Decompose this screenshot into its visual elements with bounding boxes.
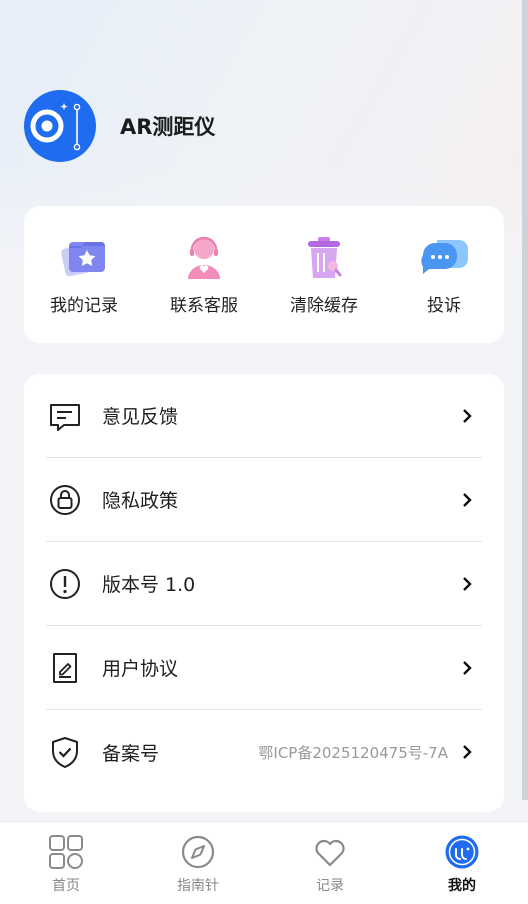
quick-action-label: 联系客服 [170, 296, 238, 316]
trash-icon [308, 237, 342, 278]
scrollbar[interactable] [522, 0, 528, 800]
menu-item-label: 隐私政策 [102, 490, 179, 512]
chevron-right-icon [463, 745, 472, 759]
quick-action-label: 清除缓存 [290, 296, 358, 316]
customer-service-icon [188, 236, 220, 279]
quick-action-contact-service[interactable]: 联系客服 [144, 206, 264, 343]
feedback-icon [50, 403, 80, 431]
quick-action-my-records[interactable]: 我的记录 [24, 206, 144, 343]
menu-item-user-agreement[interactable]: 用户协议 [46, 626, 482, 710]
quick-actions-card: 我的记录 联系客服 清除缓存 投诉 [24, 206, 504, 343]
menu-item-privacy[interactable]: 隐私政策 [46, 458, 482, 542]
menu-item-label: 版本号 1.0 [102, 574, 196, 596]
menu-item-feedback[interactable]: 意见反馈 [46, 374, 482, 458]
icp-record-number: 鄂ICP备2025120475号-7A [258, 743, 448, 762]
tab-compass[interactable]: 指南针 [132, 822, 264, 904]
chevron-right-icon [463, 492, 472, 507]
ar-measure-logo-icon [24, 90, 96, 162]
quick-action-clear-cache[interactable]: 清除缓存 [264, 206, 384, 343]
quick-action-label: 我的记录 [50, 296, 118, 316]
settings-menu-card: 意见反馈 隐私政策 版本号 1.0 用户协议 备案号 鄂ICP备20251204… [24, 374, 504, 812]
compass-icon [181, 835, 215, 869]
tab-label: 记录 [316, 878, 344, 894]
tab-records[interactable]: 记录 [264, 822, 396, 904]
chat-bubble-icon [421, 240, 468, 274]
profile-header: AR测距仪 [24, 90, 215, 162]
chevron-right-icon [463, 660, 472, 675]
grid-icon [49, 835, 83, 869]
lock-icon [50, 484, 80, 515]
bottom-tab-bar: 首页 指南针 记录 我的 [0, 821, 528, 904]
menu-item-label: 意见反馈 [102, 406, 179, 428]
shield-check-icon [52, 737, 78, 768]
menu-item-label: 备案号 [102, 742, 160, 765]
chevron-right-icon [463, 576, 472, 591]
menu-item-icp-record[interactable]: 备案号 鄂ICP备2025120475号-7A [46, 710, 482, 794]
menu-item-version[interactable]: 版本号 1.0 [46, 542, 482, 626]
records-folder-icon [61, 242, 105, 277]
menu-item-label: 用户协议 [102, 658, 179, 680]
quick-action-label: 投诉 [427, 296, 461, 316]
info-icon [50, 568, 80, 599]
agreement-icon [53, 652, 77, 683]
tab-home[interactable]: 首页 [0, 822, 132, 904]
heart-icon [315, 839, 345, 867]
app-name: AR测距仪 [120, 115, 216, 139]
quick-action-complaint[interactable]: 投诉 [384, 206, 504, 343]
chevron-right-icon [463, 408, 472, 423]
tab-label: 指南针 [177, 878, 219, 894]
profile-icon [445, 835, 479, 869]
tab-label: 我的 [448, 878, 476, 894]
tab-label: 首页 [52, 878, 80, 894]
tab-mine[interactable]: 我的 [396, 822, 528, 904]
